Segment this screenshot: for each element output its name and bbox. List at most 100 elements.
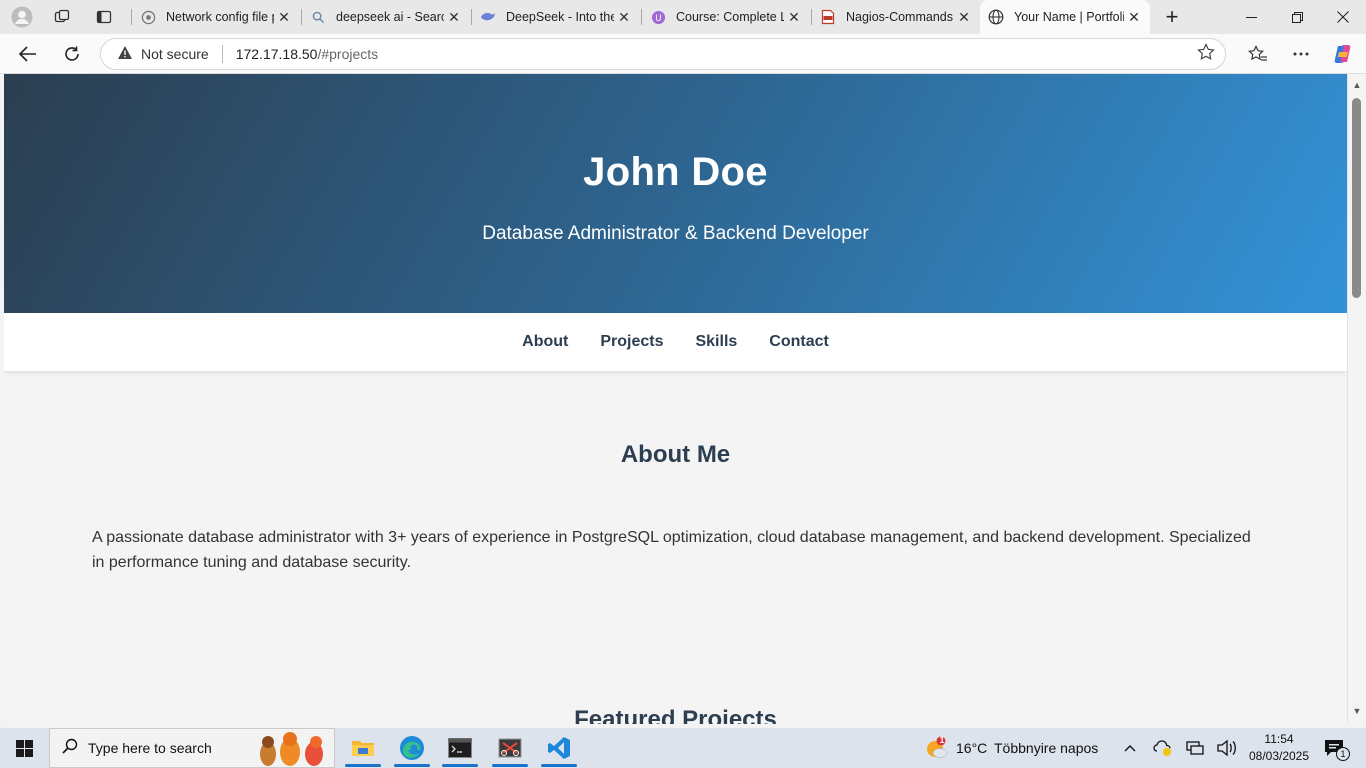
windows-logo-icon: [15, 739, 33, 757]
onedrive-sync-icon[interactable]: [1153, 739, 1173, 760]
more-menu-button[interactable]: [1285, 38, 1317, 70]
weather-temperature[interactable]: 16°C: [956, 740, 987, 756]
nav-link-projects[interactable]: Projects: [600, 333, 663, 351]
search-icon: [62, 738, 78, 759]
whale-icon: [480, 9, 496, 25]
back-arrow-icon: [19, 46, 36, 62]
globe-icon: [988, 9, 1004, 25]
vertical-tabs-button[interactable]: [84, 0, 124, 34]
hero-header: John Doe Database Administrator & Backen…: [4, 74, 1347, 313]
tab-deepseek[interactable]: DeepSeek - Into the ✕: [472, 2, 640, 32]
close-tab-icon[interactable]: ✕: [614, 9, 634, 26]
clock-time: 11:54: [1264, 732, 1294, 746]
taskbar-file-explorer[interactable]: [340, 728, 386, 768]
tab-title: Your Name | Portfoli: [1014, 10, 1124, 24]
taskbar-vscode[interactable]: [536, 728, 582, 768]
nav-link-skills[interactable]: Skills: [695, 333, 737, 351]
show-hidden-icons-chevron-icon[interactable]: [1122, 740, 1138, 759]
workspaces-icon: [54, 9, 70, 23]
tab-portfolio-active[interactable]: Your Name | Portfoli ✕: [980, 0, 1150, 34]
favorite-star-icon[interactable]: [1197, 42, 1215, 66]
scroll-down-arrow-icon[interactable]: ▼: [1348, 706, 1366, 720]
scrollbar-thumb[interactable]: [1352, 98, 1361, 298]
volume-icon[interactable]: [1217, 739, 1237, 760]
profile-icon: [11, 6, 33, 28]
weather-description[interactable]: Többnyire napos: [994, 740, 1098, 756]
snipping-tool-icon: [498, 738, 522, 758]
search-highlight-illustration-icon: [254, 732, 330, 766]
taskbar-snipping-tool[interactable]: [487, 728, 533, 768]
tab-course[interactable]: U Course: Complete Li ✕: [642, 2, 810, 32]
running-indicator: [492, 764, 528, 767]
hero-name: John Doe: [583, 150, 768, 194]
page-viewport: John Doe Database Administrator & Backen…: [4, 74, 1347, 724]
nav-link-about[interactable]: About: [522, 333, 568, 351]
close-tab-icon[interactable]: ✕: [784, 9, 804, 26]
minimize-icon: [1245, 16, 1257, 18]
tab-title: deepseek ai - Search: [336, 10, 444, 24]
copilot-button[interactable]: [1327, 38, 1359, 70]
hero-subtitle: Database Administrator & Backend Develop…: [482, 223, 869, 244]
network-icon[interactable]: [1186, 740, 1204, 759]
restore-icon: [1291, 11, 1303, 23]
folder-icon: [352, 741, 374, 756]
tab-title: Network config file p: [166, 10, 274, 24]
browser-tab-strip: Network config file p ✕ deepseek ai - Se…: [0, 0, 1366, 34]
refresh-icon: [65, 46, 79, 61]
security-label[interactable]: Not secure: [141, 46, 209, 62]
refresh-button[interactable]: [56, 38, 88, 70]
tab-title: Course: Complete Li: [676, 10, 784, 24]
taskbar-terminal[interactable]: [437, 728, 483, 768]
tab-title: DeepSeek - Into the: [506, 10, 614, 24]
copilot-icon: [1334, 45, 1351, 63]
url-path: /#projects: [317, 46, 379, 62]
omnibox-divider: [221, 45, 223, 63]
start-button[interactable]: [0, 728, 48, 768]
site-nav: About Projects Skills Contact: [4, 313, 1347, 371]
back-button[interactable]: [12, 38, 44, 70]
course-icon: U: [650, 9, 666, 25]
running-indicator: [442, 764, 478, 767]
svg-text:U: U: [655, 12, 661, 22]
vscode-icon: [548, 737, 570, 759]
favorites-icon: [1248, 45, 1267, 61]
weather-badge: 1: [939, 735, 945, 745]
search-placeholder: Type here to search: [88, 740, 212, 756]
browser-toolbar: Not secure 172.17.18.50 /#projects: [0, 34, 1366, 74]
minimize-button[interactable]: [1228, 0, 1274, 34]
close-tab-icon[interactable]: ✕: [954, 9, 974, 26]
edge-icon: [400, 736, 424, 760]
windows-taskbar: Type here to search 1 16°C Többnyire nap…: [0, 728, 1366, 768]
new-tab-button[interactable]: +: [1150, 0, 1194, 34]
close-tab-icon[interactable]: ✕: [1124, 9, 1144, 26]
globe-grey-icon: [140, 9, 156, 25]
favorites-button[interactable]: [1242, 38, 1274, 70]
restore-button[interactable]: [1274, 0, 1320, 34]
tab-title: Nagios-Commands.p: [846, 10, 954, 24]
page-scrollbar[interactable]: ▲ ▼: [1347, 74, 1366, 724]
clock-date: 08/03/2025: [1248, 749, 1310, 763]
profile-button[interactable]: [2, 0, 42, 34]
close-icon: [1337, 11, 1349, 23]
warning-icon[interactable]: [117, 45, 133, 63]
taskbar-search-box[interactable]: Type here to search: [49, 728, 335, 768]
running-indicator: [541, 764, 577, 767]
nav-link-contact[interactable]: Contact: [769, 333, 829, 351]
scroll-up-arrow-icon[interactable]: ▲: [1348, 80, 1366, 94]
close-tab-icon[interactable]: ✕: [274, 9, 294, 26]
running-indicator: [345, 764, 381, 767]
address-bar[interactable]: Not secure 172.17.18.50 /#projects: [100, 38, 1226, 70]
pdf-icon: [820, 9, 836, 25]
tab-network-config[interactable]: Network config file p ✕: [132, 2, 300, 32]
tab-nagios-pdf[interactable]: Nagios-Commands.p ✕: [812, 2, 980, 32]
workspaces-button[interactable]: [42, 0, 82, 34]
taskbar-edge[interactable]: [389, 728, 435, 768]
taskbar-clock[interactable]: 11:54 08/03/2025: [1244, 731, 1314, 765]
projects-heading: Featured Projects: [574, 706, 777, 724]
more-dots-icon: [1293, 52, 1309, 56]
running-indicator: [394, 764, 430, 767]
close-window-button[interactable]: [1320, 0, 1366, 34]
close-tab-icon[interactable]: ✕: [444, 9, 464, 26]
about-paragraph: A passionate database administrator with…: [92, 529, 1251, 571]
tab-deepseek-search[interactable]: deepseek ai - Search ✕: [302, 2, 470, 32]
